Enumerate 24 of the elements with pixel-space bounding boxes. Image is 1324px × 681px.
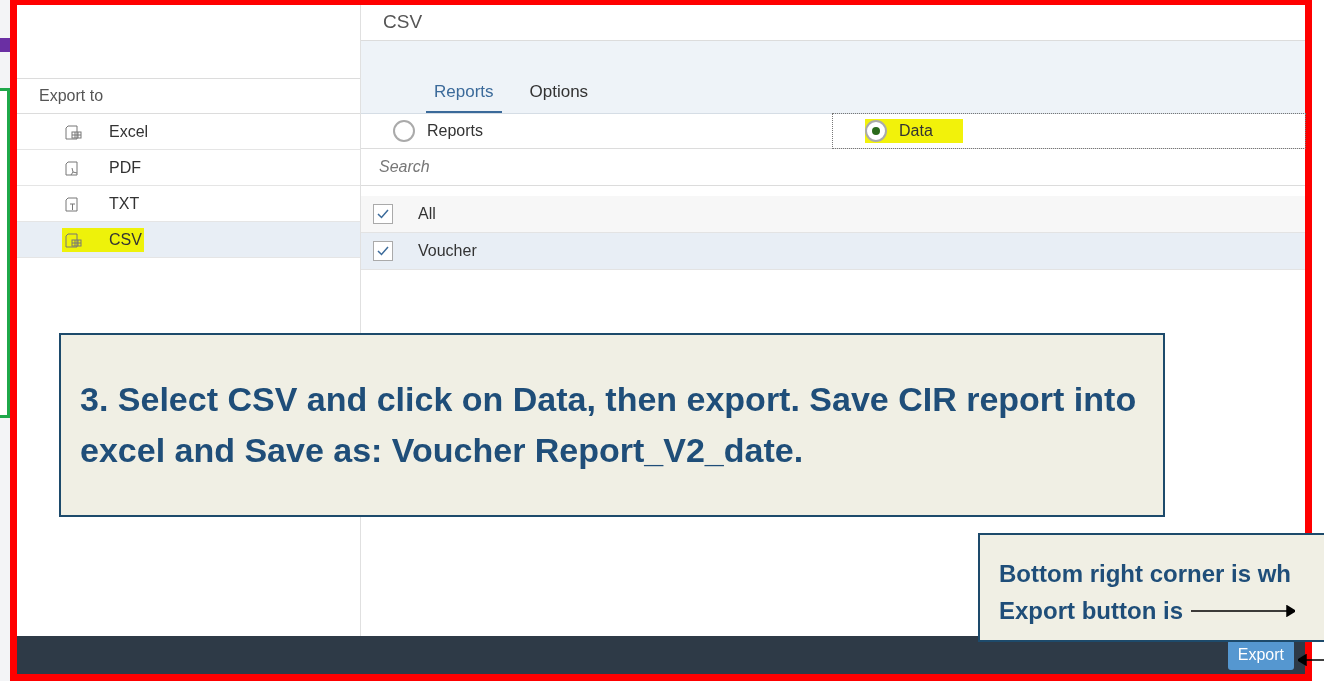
instruction-callout: 3. Select CSV and click on Data, then export. Save CIR report into excel and Save as: Voucher Report_V2_date. [59, 333, 1165, 517]
format-highlight: TXT [62, 191, 142, 216]
hint-text: Bottom right corner is wh [999, 559, 1292, 589]
arrow-icon [1191, 604, 1295, 617]
radio-option[interactable]: Data [865, 119, 963, 143]
tab[interactable]: Options [521, 73, 597, 113]
check-icon [377, 209, 389, 219]
search-field[interactable]: Search [361, 149, 1305, 186]
format-highlight: Excel [62, 119, 151, 144]
checkbox[interactable] [373, 241, 393, 261]
list-row[interactable]: All [361, 196, 1305, 233]
format-highlight: CSV [62, 227, 144, 252]
export-to-heading: Export to [17, 78, 360, 114]
arrow-icon [1298, 654, 1324, 666]
hint-text: Export button is [999, 596, 1183, 627]
format-item[interactable]: CSV [17, 222, 360, 258]
file-icon [64, 230, 84, 249]
check-icon [377, 246, 389, 256]
radio-option[interactable]: Reports [393, 119, 514, 143]
file-icon [64, 122, 84, 141]
format-highlight: PDF [62, 155, 143, 180]
checkbox[interactable] [373, 204, 393, 224]
list-row[interactable]: Voucher [361, 233, 1305, 270]
tab[interactable]: Reports [426, 73, 502, 113]
